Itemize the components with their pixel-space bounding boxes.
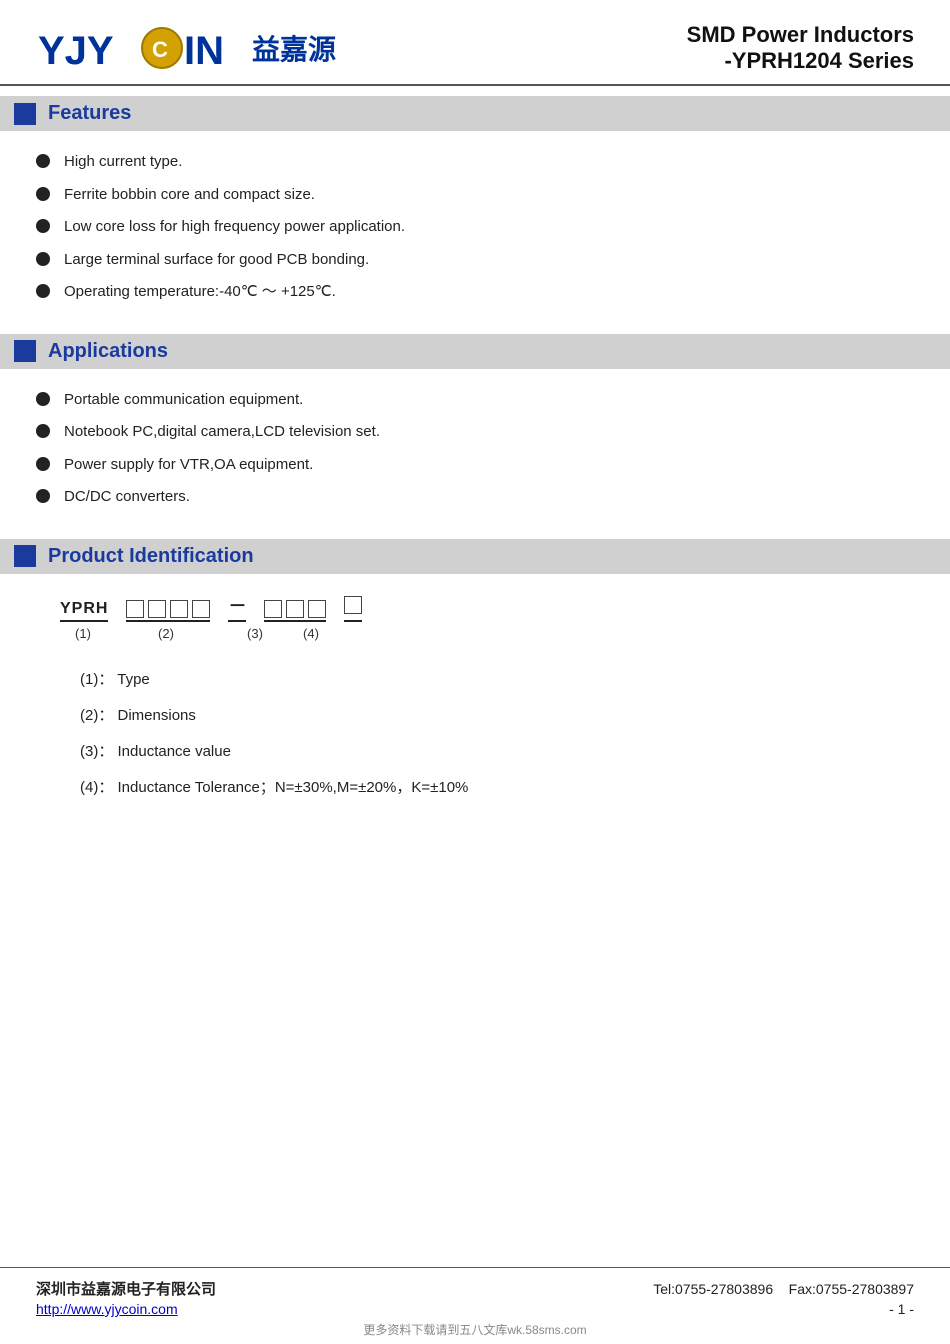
list-item: Portable communication equipment. <box>36 389 914 412</box>
pid-detail-num-2: (2) <box>80 707 98 724</box>
list-item: Operating temperature:-40℃ ～ +125℃. <box>36 281 914 304</box>
feature-item-2: Ferrite bobbin core and compact size. <box>64 184 315 207</box>
footer-row1: 深圳市益嘉源电子有限公司 Tel:0755-27803896 Fax:0755-… <box>36 1278 914 1299</box>
feature-item-1: High current type. <box>64 151 182 174</box>
applications-content: Portable communication equipment. Notebo… <box>0 369 950 529</box>
list-item: Ferrite bobbin core and compact size. <box>36 184 914 207</box>
page-footer: 深圳市益嘉源电子有限公司 Tel:0755-27803896 Fax:0755-… <box>0 1267 950 1344</box>
product-id-section-header: Product Identification <box>0 539 950 574</box>
pid-box <box>170 600 188 618</box>
bullet-icon <box>36 457 50 471</box>
footer-fax: Fax:0755-27803897 <box>789 1281 914 1297</box>
logo-icon: YJY C IN <box>36 22 236 74</box>
feature-item-4: Large terminal surface for good PCB bond… <box>64 249 369 272</box>
pid-detail-num-1: (1) <box>80 671 98 688</box>
footer-page-number: - 1 - <box>889 1301 914 1317</box>
pid-detail-label-3: ： Inductance value <box>98 743 231 760</box>
pid-dash: － <box>228 592 246 622</box>
footer-website-link[interactable]: http://www.yjycoin.com <box>36 1301 178 1317</box>
list-item: High current type. <box>36 151 914 174</box>
pid-detail-num-4: (4) <box>80 779 98 796</box>
list-item: DC/DC converters. <box>36 486 914 509</box>
pid-box <box>344 596 362 614</box>
pid-boxes-2 <box>126 600 210 622</box>
pid-detail-row: (2)： Dimensions <box>80 701 914 731</box>
feature-item-5: Operating temperature:-40℃ ～ +125℃. <box>64 281 336 304</box>
bullet-icon <box>36 424 50 438</box>
pid-num-2: (2) <box>124 626 208 641</box>
bullet-icon <box>36 187 50 201</box>
pid-num-1: (1) <box>60 626 106 641</box>
pid-box <box>126 600 144 618</box>
pid-prefix: YPRH <box>60 600 108 622</box>
list-item: Notebook PC,digital camera,LCD televisio… <box>36 421 914 444</box>
pid-boxes-3 <box>264 600 326 622</box>
list-item: Large terminal surface for good PCB bond… <box>36 249 914 272</box>
pid-details-area: (1)： Type (2)： Dimensions (3)： Inductanc… <box>0 651 950 819</box>
applications-icon <box>14 340 36 362</box>
pid-detail-num-3: (3) <box>80 743 98 760</box>
pid-detail-label-4: ： Inductance Tolerance；N=±30%,M=±20%，K=±… <box>98 779 468 796</box>
list-item: Power supply for VTR,OA equipment. <box>36 454 914 477</box>
bullet-icon <box>36 489 50 503</box>
applications-section-header: Applications <box>0 334 950 369</box>
features-icon <box>14 103 36 125</box>
app-item-2: Notebook PC,digital camera,LCD televisio… <box>64 421 380 444</box>
applications-title: Applications <box>48 340 168 363</box>
footer-company-name: 深圳市益嘉源电子有限公司 <box>36 1278 216 1299</box>
pid-detail-label-2: ： Dimensions <box>98 707 196 724</box>
title-line1: SMD Power Inductors <box>687 22 914 48</box>
app-item-1: Portable communication equipment. <box>64 389 303 412</box>
logo-area: YJY C IN 益嘉源 <box>36 22 336 74</box>
pid-detail-row: (1)： Type <box>80 665 914 695</box>
list-item: Low core loss for high frequency power a… <box>36 216 914 239</box>
features-section-header: Features <box>0 96 950 131</box>
product-id-diagram: YPRH － (1) (2) (3) (4) <box>0 574 950 651</box>
logo-chinese: 益嘉源 <box>252 28 336 68</box>
pid-box <box>264 600 282 618</box>
footer-tel: Tel:0755-27803896 <box>653 1281 773 1297</box>
title-line2: -YPRH1204 Series <box>687 48 914 74</box>
page-header: YJY C IN 益嘉源 SMD Power Inductors -YPRH12… <box>0 0 950 86</box>
pid-box <box>286 600 304 618</box>
bullet-icon <box>36 252 50 266</box>
pid-num-3: (3) <box>226 626 284 641</box>
pid-detail-label-1: ： Type <box>98 671 149 688</box>
pid-detail-row: (3)： Inductance value <box>80 737 914 767</box>
pid-box <box>308 600 326 618</box>
svg-text:YJY: YJY <box>38 29 114 73</box>
product-id-title: Product Identification <box>48 545 254 568</box>
spacer <box>0 819 950 1268</box>
svg-text:IN: IN <box>184 29 224 73</box>
pid-num-4: (4) <box>302 626 320 641</box>
product-id-icon <box>14 545 36 567</box>
features-title: Features <box>48 102 131 125</box>
pid-box <box>192 600 210 618</box>
bullet-icon <box>36 284 50 298</box>
bullet-icon <box>36 154 50 168</box>
pid-box <box>148 600 166 618</box>
footer-watermark: 更多资料下载请到五八文库wk.58sms.com <box>36 1321 914 1338</box>
bullet-icon <box>36 392 50 406</box>
header-title: SMD Power Inductors -YPRH1204 Series <box>687 22 914 74</box>
bullet-icon <box>36 219 50 233</box>
pid-detail-row: (4)： Inductance Tolerance；N=±30%,M=±20%，… <box>80 773 914 803</box>
pid-box-4-container <box>344 596 362 622</box>
footer-contact: Tel:0755-27803896 Fax:0755-27803897 <box>653 1281 914 1297</box>
footer-row2: http://www.yjycoin.com - 1 - <box>36 1301 914 1317</box>
app-item-4: DC/DC converters. <box>64 486 190 509</box>
pid-numbers-row: (1) (2) (3) (4) <box>60 626 914 641</box>
app-item-3: Power supply for VTR,OA equipment. <box>64 454 313 477</box>
features-content: High current type. Ferrite bobbin core a… <box>0 131 950 324</box>
svg-text:C: C <box>152 37 168 62</box>
feature-item-3: Low core loss for high frequency power a… <box>64 216 405 239</box>
